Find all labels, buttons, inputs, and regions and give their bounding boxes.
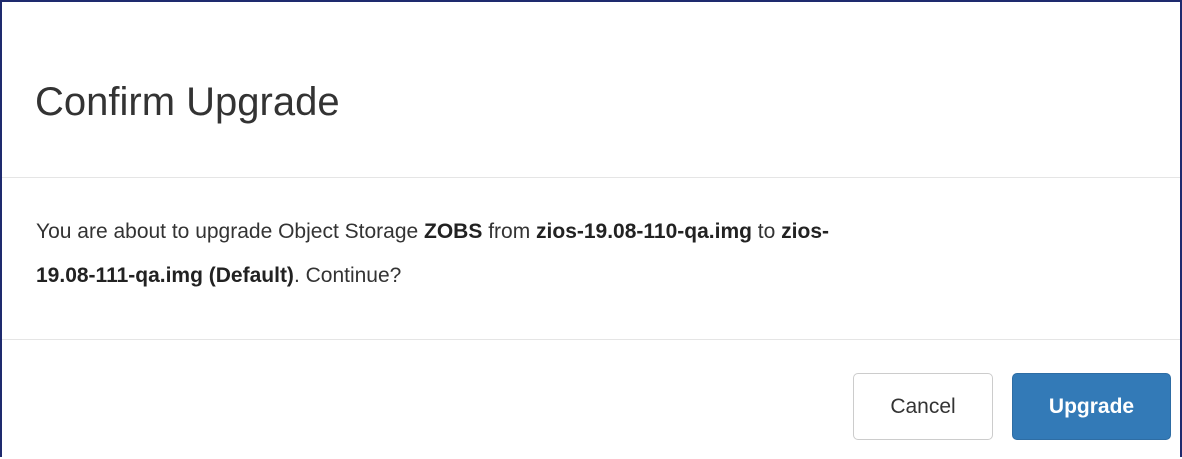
to-image-name-part1: zios- xyxy=(781,220,829,243)
message-prefix: You are about to upgrade Object Storage xyxy=(36,220,425,243)
cancel-button[interactable]: Cancel xyxy=(853,373,993,440)
dialog-body: You are about to upgrade Object Storage … xyxy=(2,178,1180,340)
message-suffix: . Continue? xyxy=(293,264,402,287)
confirmation-message: You are about to upgrade Object Storage … xyxy=(36,210,1126,298)
dialog-title: Confirm Upgrade xyxy=(35,80,340,124)
message-to: to xyxy=(751,220,782,243)
upgrade-button[interactable]: Upgrade xyxy=(1012,373,1171,440)
confirm-upgrade-dialog: Confirm Upgrade You are about to upgrade… xyxy=(0,0,1182,457)
message-from: from xyxy=(482,220,537,243)
storage-name: ZOBS xyxy=(424,220,483,243)
to-image-name-part2: 19.08-111-qa.img (Default) xyxy=(36,264,294,287)
from-image-name: zios-19.08-110-qa.img xyxy=(536,220,752,243)
dialog-footer: Cancel Upgrade xyxy=(2,340,1180,459)
dialog-header: Confirm Upgrade xyxy=(2,2,1180,178)
